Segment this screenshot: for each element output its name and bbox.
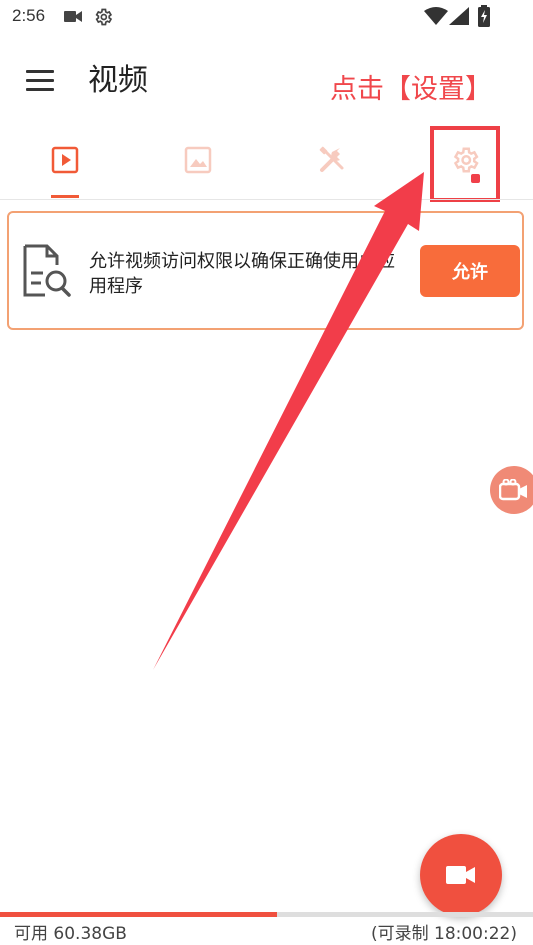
record-time-text: (可录制 18:00:22) (370, 924, 517, 944)
tab-selected-indicator (51, 195, 79, 198)
storage-progress-bar (0, 912, 533, 917)
annotation-highlight-box (430, 126, 500, 202)
floating-record-shortcut[interactable] (490, 466, 533, 514)
annotation-text: 点击【设置】 (330, 74, 492, 105)
tools-icon (319, 146, 344, 172)
tab-video[interactable] (45, 140, 85, 180)
tab-image[interactable] (178, 140, 218, 180)
document-search-icon (23, 244, 71, 297)
wifi-icon (424, 7, 448, 25)
video-play-icon (51, 146, 79, 174)
videocam-icon (64, 11, 82, 22)
page-title: 视频 (88, 63, 148, 98)
hamburger-menu-icon[interactable] (26, 70, 54, 92)
permission-message: 允许视频访问权限以确保正确使用此应用程序 (89, 251, 395, 297)
battery-icon (478, 5, 490, 27)
status-bar: 2:56 (0, 0, 533, 34)
storage-available-text: 可用 60.38GB (14, 924, 127, 944)
camera-record-icon (499, 479, 527, 501)
status-time: 2:56 (12, 6, 46, 25)
image-icon (184, 146, 212, 174)
gear-icon (95, 8, 113, 26)
videocam-icon (446, 866, 475, 884)
record-fab-button[interactable] (420, 834, 502, 916)
tab-divider (0, 199, 533, 200)
tab-tools[interactable] (312, 140, 352, 180)
permission-card: 允许视频访问权限以确保正确使用此应用程序 允许 (7, 211, 524, 330)
signal-icon (449, 7, 469, 25)
storage-progress-fill (0, 912, 278, 917)
allow-button[interactable]: 允许 (420, 245, 520, 297)
